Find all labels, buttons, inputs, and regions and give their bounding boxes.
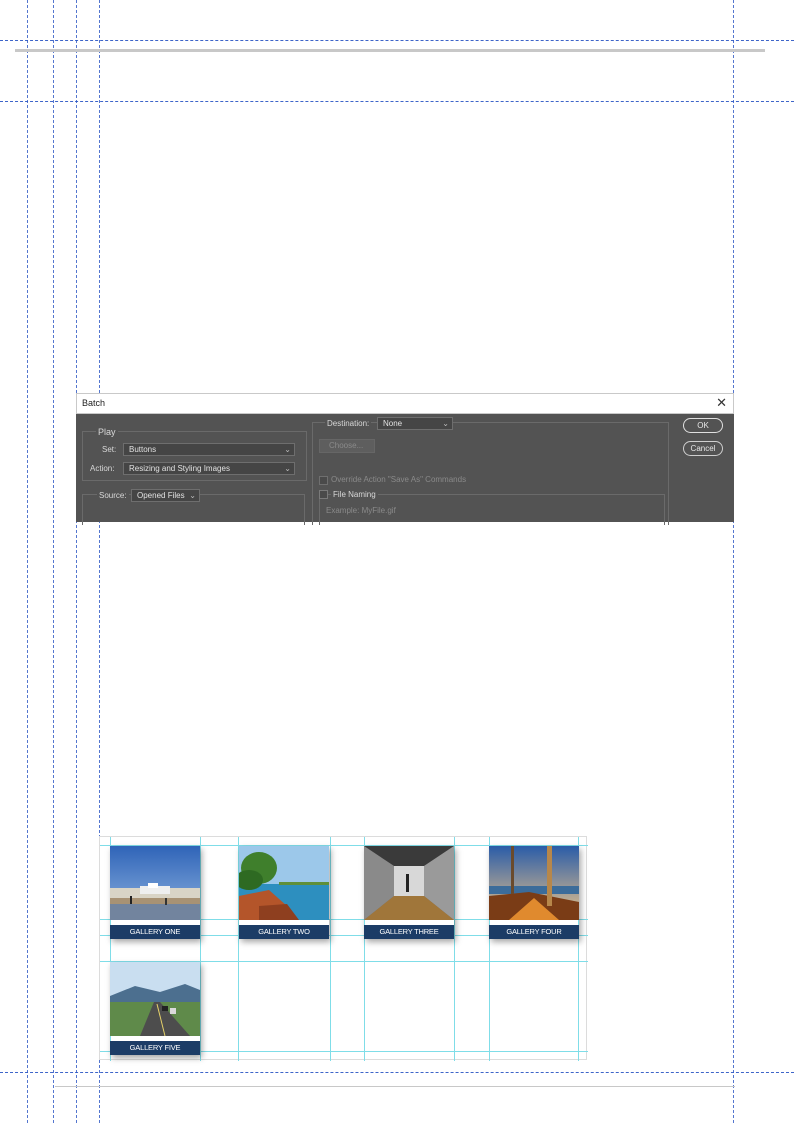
- chevron-down-icon: ⌄: [284, 464, 291, 473]
- dialog-title: Batch: [82, 398, 106, 408]
- guide-horizontal: [0, 101, 794, 102]
- chevron-down-icon: ⌄: [189, 491, 196, 500]
- guide-vertical: [27, 0, 28, 1123]
- close-icon[interactable]: ✕: [716, 395, 727, 411]
- grid-guide: [454, 837, 455, 1061]
- destination-label: Destination:: [325, 419, 372, 428]
- chevron-down-icon: ⌄: [442, 419, 449, 428]
- beach-photo: [110, 846, 200, 920]
- chevron-down-icon: ⌄: [284, 445, 291, 454]
- guide-horizontal: [0, 40, 794, 41]
- source-select[interactable]: Opened Files ⌄: [131, 489, 200, 502]
- file-naming-label: File Naming: [331, 490, 378, 499]
- gallery-tile-caption: GALLERY ONE: [110, 925, 200, 939]
- gallery-tile-caption: GALLERY TWO: [239, 925, 329, 939]
- lake-photo: [235, 846, 329, 920]
- play-label: Play: [96, 427, 118, 437]
- cancel-button[interactable]: Cancel: [683, 441, 723, 456]
- override-label: Override Action "Save As" Commands: [331, 475, 467, 484]
- destination-select-value: None: [383, 419, 403, 428]
- header-rule: [15, 49, 765, 52]
- gallery-tile[interactable]: GALLERY FIVE: [110, 962, 200, 1055]
- set-select-value: Buttons: [129, 445, 157, 454]
- action-select-value: Resizing and Styling Images: [129, 464, 230, 473]
- action-select[interactable]: Resizing and Styling Images ⌄: [123, 462, 295, 475]
- gallery-tile[interactable]: GALLERY ONE: [110, 846, 200, 939]
- gallery-tile[interactable]: GALLERY THREE: [364, 846, 454, 939]
- set-label: Set:: [102, 445, 117, 454]
- source-label: Source:: [97, 491, 129, 500]
- example-label: Example: MyFile.gif: [326, 506, 396, 515]
- dialog-body: Play Set: Buttons ⌄ Action: Resizing and…: [76, 414, 734, 525]
- guide-vertical: [53, 0, 54, 1123]
- dialog-titlebar: Batch ✕: [76, 393, 734, 414]
- override-checkbox[interactable]: [319, 476, 328, 485]
- road-photo: [110, 962, 200, 1037]
- set-select[interactable]: Buttons ⌄: [123, 443, 295, 456]
- destination-select[interactable]: None ⌄: [377, 417, 453, 430]
- gallery-tile-caption: GALLERY FOUR: [489, 925, 579, 939]
- gallery-tile-caption: GALLERY FIVE: [110, 1041, 200, 1055]
- guide-vertical: [733, 0, 734, 1123]
- sunset-photo: [489, 846, 579, 920]
- guide-vertical: [76, 0, 77, 1123]
- source-select-value: Opened Files: [137, 491, 185, 500]
- grid-guide: [200, 837, 201, 1061]
- gallery-tile[interactable]: GALLERY TWO: [235, 846, 329, 939]
- batch-dialog: Batch ✕ Play Set: Buttons ⌄ Action: Resi…: [76, 393, 734, 525]
- action-label: Action:: [90, 464, 115, 473]
- corridor-photo: [364, 846, 454, 920]
- file-naming-checkbox[interactable]: [319, 490, 328, 499]
- footer-rule: [55, 1086, 735, 1087]
- gallery-tile[interactable]: GALLERY FOUR: [489, 846, 579, 939]
- guide-horizontal: [0, 1072, 794, 1073]
- gallery-tile-caption: GALLERY THREE: [364, 925, 454, 939]
- grid-guide: [330, 837, 331, 1061]
- choose-button[interactable]: Choose...: [319, 439, 375, 453]
- ok-button[interactable]: OK: [683, 418, 723, 433]
- gallery-grid: GALLERY ONE GALLERY TWO GALLERY THREE GA…: [99, 836, 588, 1061]
